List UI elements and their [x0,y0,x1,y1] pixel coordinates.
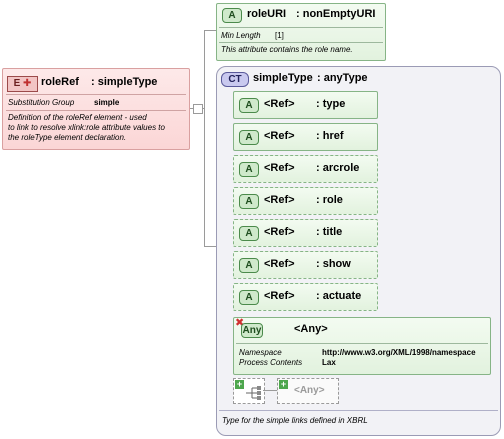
attribute-ref-name: : arcrole [316,162,360,174]
any-badge: Any [241,323,263,338]
attribute-ref-row[interactable]: A <Ref> : type [233,91,378,119]
connector-to-complex-type [204,246,216,247]
element-doc-line-1: Definition of the roleRef element - used [8,113,147,122]
any-element-label: <Any> [294,385,325,396]
attribute-badge: A [239,162,259,177]
attribute-ref-row[interactable]: A <Ref> : role [233,187,378,215]
attribute-ref-row[interactable]: A <Ref> : title [233,219,378,247]
attribute-badge: A [239,258,259,273]
attribute-roleuri[interactable]: A roleURI : nonEmptyURI Min Length [1] T… [216,3,386,61]
process-contents-value: Lax [322,358,336,367]
attribute-ref-name: : role [316,194,343,206]
min-length-label: Min Length [221,31,261,40]
attribute-ref-label: <Ref> [264,98,295,110]
element-type: : simpleType [91,76,158,88]
attribute-separator [219,27,383,28]
substitution-group-label: Substitution Group [8,98,75,107]
attribute-badge: A [239,98,259,113]
expand-plus-icon-2: + [279,379,288,389]
attribute-ref-name: : show [316,258,351,270]
expand-plus-icon: + [235,379,244,389]
sequence-compositor[interactable]: + [233,378,265,404]
attribute-badge: A [222,8,242,23]
element-badge: E ✚ [7,76,38,92]
element-name: roleRef [41,76,79,88]
attribute-ref-row[interactable]: A <Ref> : show [233,251,378,279]
connector-sequence-to-any [263,390,277,391]
any-element[interactable]: + <Any> [277,378,339,404]
any-attribute-name: <Any> [294,323,328,335]
element-separator-2 [6,110,186,111]
any-separator [236,343,488,344]
attribute-ref-name: : title [316,226,343,238]
attribute-ref-name: : actuate [316,290,362,302]
element-roleref[interactable]: E ✚ roleRef : simpleType Substitution Gr… [2,68,190,150]
substitution-group-value: simple [94,98,120,107]
group-node [193,104,203,114]
complex-type-base: : anyType [317,72,368,84]
namespace-label: Namespace [239,348,282,357]
attribute-type: : nonEmptyURI [296,8,376,20]
process-contents-label: Process Contents [239,358,303,367]
attribute-badge: A [239,130,259,145]
attribute-ref-row[interactable]: A <Ref> : actuate [233,283,378,311]
complex-type-name: simpleType [253,72,313,84]
attribute-ref-label: <Ref> [264,226,295,238]
attribute-ref-label: <Ref> [264,130,295,142]
attribute-ref-label: <Ref> [264,258,295,270]
element-separator [6,94,186,95]
attribute-ref-label: <Ref> [264,162,295,174]
sequence-icon [246,386,261,400]
connector-trunk [204,30,205,246]
roleuri-doc: This attribute contains the role name. [221,45,353,54]
attribute-badge: A [239,290,259,305]
attribute-ref-label: <Ref> [264,194,295,206]
any-attribute[interactable]: ✖ Any <Any> Namespace http://www.w3.org/… [233,317,491,375]
namespace-value: http://www.w3.org/XML/1998/namespace [322,348,476,357]
element-doc-line-2: to link to resolve xlink:role attribute … [8,123,165,132]
attribute-ref-label: <Ref> [264,290,295,302]
attribute-ref-name: : href [316,130,344,142]
attribute-badge: A [239,226,259,241]
attribute-ref-name: : type [316,98,346,110]
element-doc-line-3: the roleType element declaration. [8,133,127,142]
complex-type-doc: Type for the simple links defined in XBR… [222,416,368,425]
min-length-value: [1] [275,31,284,40]
attribute-name: roleURI [247,8,287,20]
attribute-badge: A [239,194,259,209]
attribute-ref-row[interactable]: A <Ref> : href [233,123,378,151]
attribute-separator-2 [219,42,383,43]
attribute-ref-row[interactable]: A <Ref> : arcrole [233,155,378,183]
complex-type-badge: CT [221,72,249,87]
complex-type-separator [219,410,498,411]
